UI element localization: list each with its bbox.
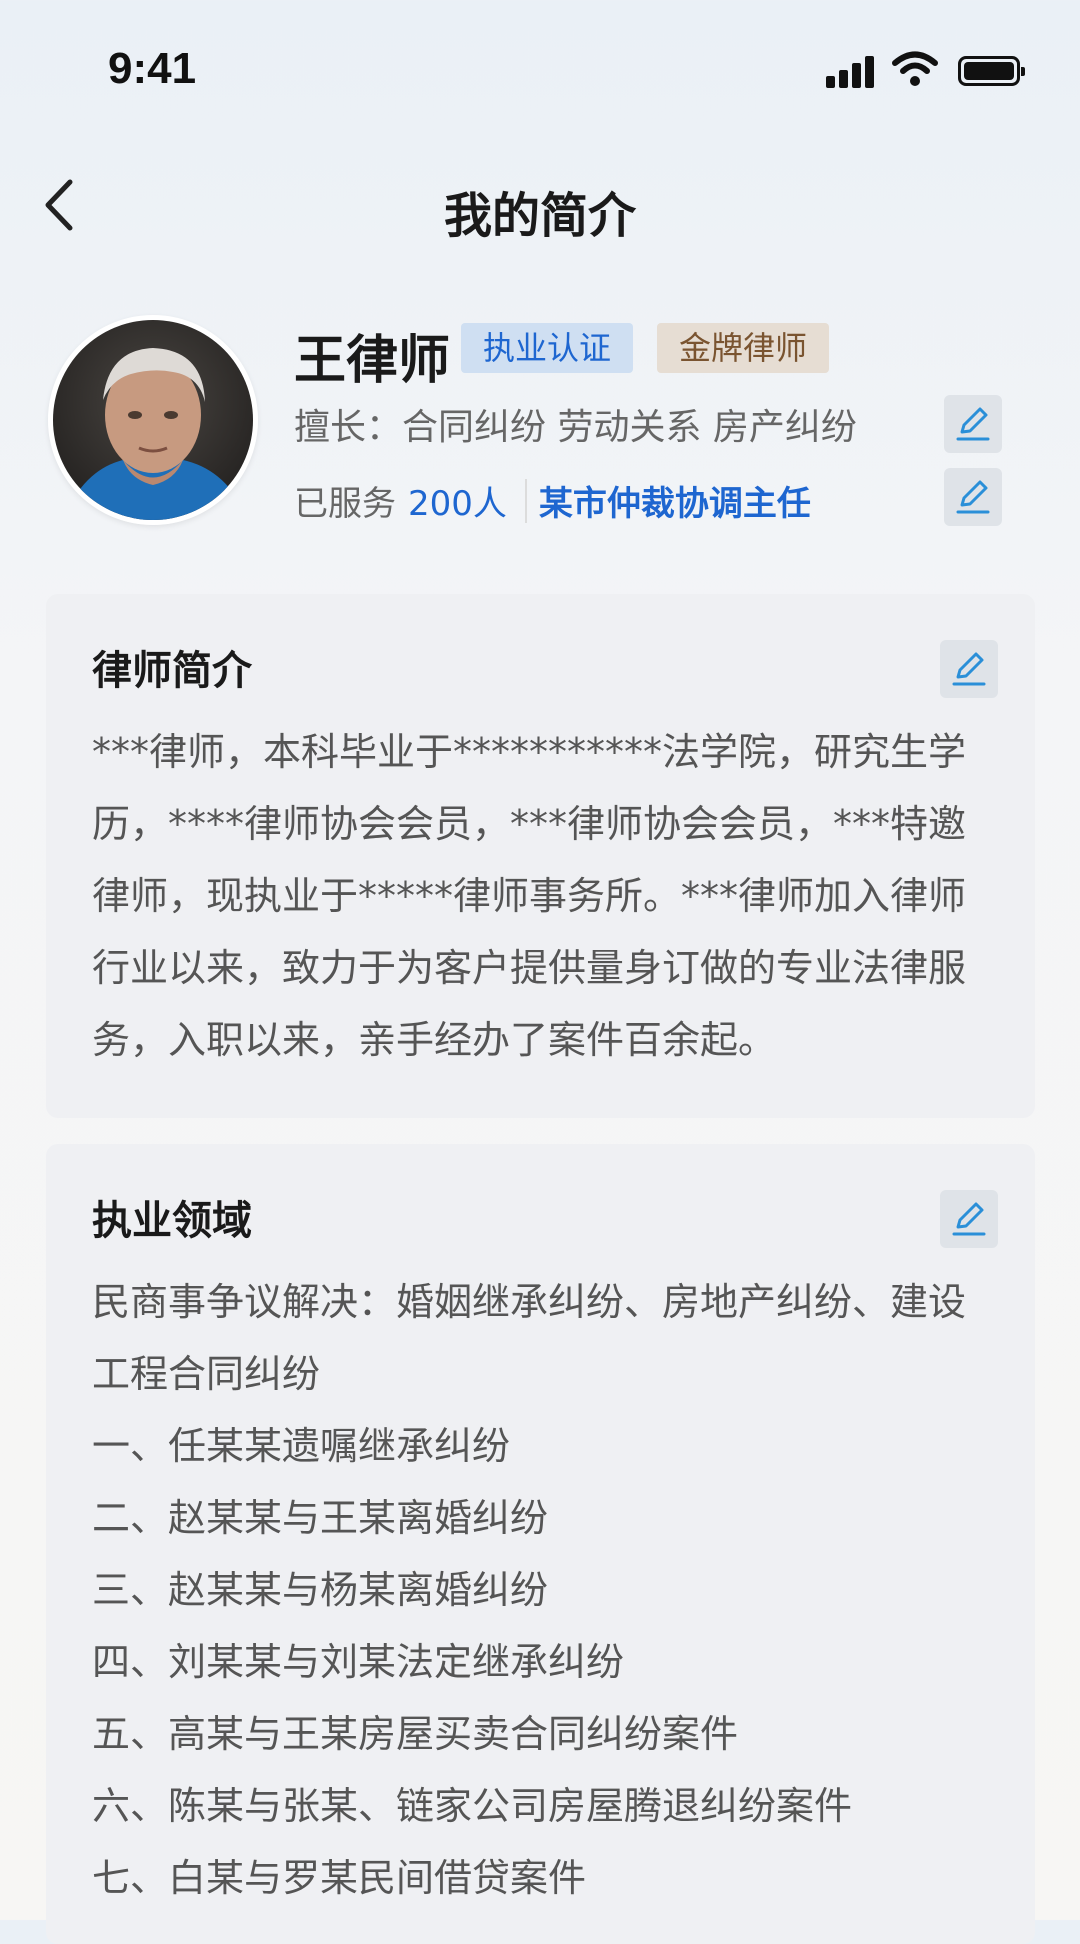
lawyer-name: 王律师 (294, 331, 451, 391)
edit-pencil-icon (952, 1202, 986, 1236)
list-item: 二、赵某某与王某离婚纠纷 (92, 1496, 549, 1540)
wifi-icon (892, 51, 938, 86)
role-title: 某市仲裁协调主任 (538, 484, 811, 524)
status-time: 9:41 (108, 44, 197, 93)
cellular-signal-icon (826, 54, 876, 88)
edit-intro-button[interactable] (940, 640, 998, 698)
list-item: 七、白某与罗某民间借贷案件 (92, 1856, 587, 1900)
edit-pencil-icon (956, 480, 990, 514)
edit-pencil-icon (952, 652, 986, 686)
list-item: 三、赵某某与杨某离婚纠纷 (92, 1568, 549, 1612)
intro-text: ***律师，本科毕业于***********法学院，研究生学历，****律师协会… (92, 730, 967, 1062)
edit-role-button[interactable] (944, 468, 1002, 526)
served-count: 200人 (408, 484, 507, 524)
practice-card: 执业领域 民商事争议解决：婚姻继承纠纷、房地产纠纷、建设工程合同纠纷 一、任某某… (46, 1144, 1035, 1944)
nav-bar: 我的简介 (0, 160, 1080, 250)
badge-certified: 执业认证 (461, 323, 634, 373)
served-info: 已服务 200人 某市仲裁协调主任 (294, 476, 811, 525)
practice-title: 执业领域 (92, 1198, 252, 1244)
avatar[interactable] (48, 315, 258, 525)
served-label: 已服务 (294, 484, 396, 524)
battery-icon (958, 56, 1025, 86)
list-item: 四、刘某某与刘某法定继承纠纷 (92, 1640, 625, 1684)
list-item: 一、任某某遗嘱继承纠纷 (92, 1424, 511, 1468)
practice-list: 民商事争议解决：婚姻继承纠纷、房地产纠纷、建设工程合同纠纷 一、任某某遗嘱继承纠… (92, 1266, 992, 1914)
list-item: 五、高某与王某房屋买卖合同纠纷案件 (92, 1712, 739, 1756)
page-title: 我的简介 (443, 188, 636, 244)
status-bar: 9:41 (0, 0, 1080, 140)
edit-practice-button[interactable] (940, 1190, 998, 1248)
list-item: 民商事争议解决：婚姻继承纠纷、房地产纠纷、建设工程合同纠纷 (92, 1280, 967, 1396)
edit-expertise-button[interactable] (944, 395, 1002, 453)
intro-title: 律师简介 (92, 648, 252, 694)
intro-card: 律师简介 ***律师，本科毕业于***********法学院，研究生学历，***… (46, 594, 1035, 1118)
avatar-photo (53, 320, 253, 520)
divider (524, 478, 527, 523)
edit-pencil-icon (956, 407, 990, 441)
list-item: 六、陈某与张某、链家公司房屋腾退纠纷案件 (92, 1784, 853, 1828)
expertise-text: 擅长：合同纠纷 劳动关系 房产纠纷 (294, 407, 857, 448)
badge-gold-lawyer: 金牌律师 (657, 323, 830, 373)
